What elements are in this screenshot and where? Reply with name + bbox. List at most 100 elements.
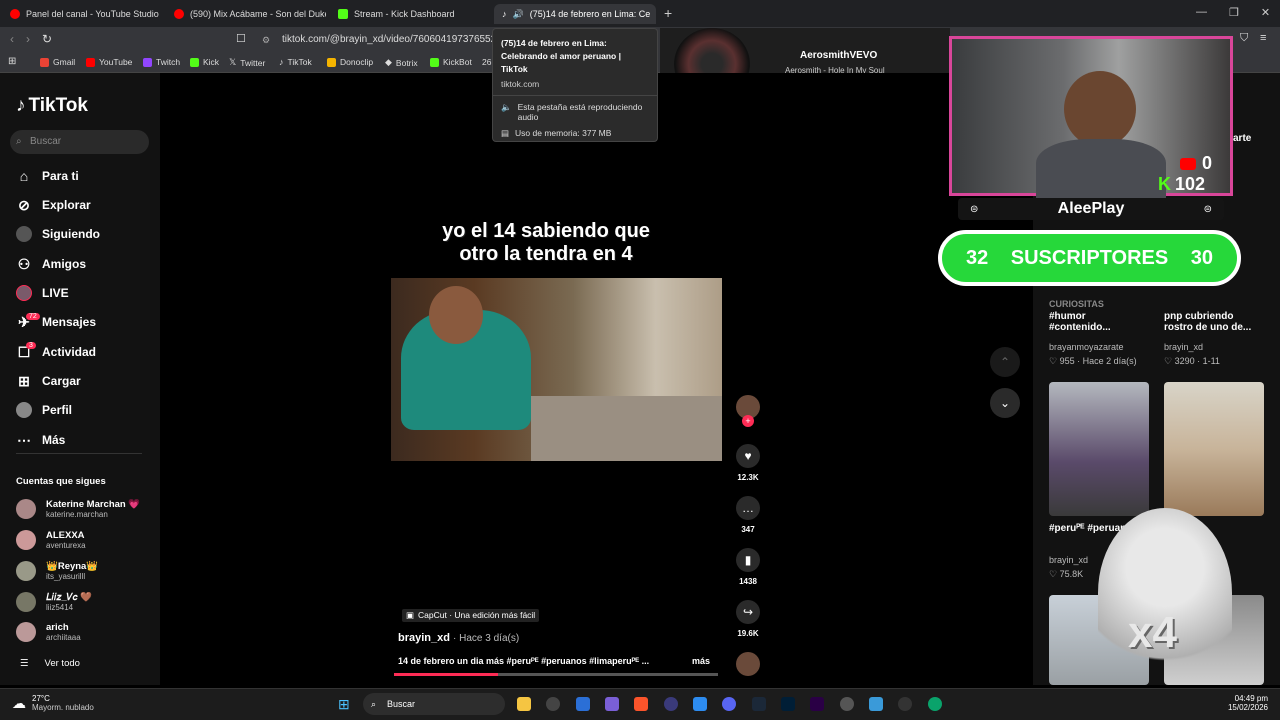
windows-start-icon[interactable]: ⊞ [338, 696, 350, 713]
nav-cargar[interactable]: ⊞ Cargar [16, 373, 81, 389]
url-field[interactable]: ⚙ tiktok.com/@brayin_xd/video/76060419737… [256, 31, 496, 49]
brave-browser-icon[interactable] [634, 697, 648, 711]
video-player[interactable] [391, 278, 722, 461]
bookmark-botrix[interactable]: ◆ Botrix [385, 57, 418, 68]
photoshop-icon[interactable] [781, 697, 795, 711]
bookmark-gmail[interactable]: Gmail [40, 57, 75, 67]
app-icon[interactable] [693, 697, 707, 711]
music-disc-icon[interactable] [736, 652, 760, 676]
youtube-icon [1180, 157, 1196, 170]
related-title[interactable]: pnp cubriendo rostro de uno de... [1164, 311, 1264, 333]
heart-icon: ♥ [736, 444, 760, 468]
comment-button[interactable]: … 347 [736, 496, 760, 534]
tab-tiktok-active[interactable]: ♪🔊(75)14 de febrero en Lima: Ce✕ [494, 4, 656, 24]
like-button[interactable]: ♥ 12.3K [736, 444, 760, 482]
comment-icon: … [736, 496, 760, 520]
progress-bar[interactable] [394, 673, 718, 676]
bookmark-kickbot[interactable]: KickBot [430, 57, 472, 67]
app-icon[interactable] [576, 697, 590, 711]
save-button[interactable]: ▮ 1438 [736, 548, 760, 586]
bookmark-twitch[interactable]: Twitch [143, 57, 180, 67]
streamer-shirt [1036, 139, 1166, 199]
related-stats: ♡ 955 · Hace 2 día(s) [1049, 356, 1137, 366]
discord-icon[interactable] [722, 697, 736, 711]
apps-icon[interactable]: ⊞ [8, 56, 16, 67]
premiere-icon[interactable] [810, 697, 824, 711]
related-thumbnail[interactable] [1049, 382, 1149, 516]
prev-video-chevron-up-icon[interactable]: ⌃ [990, 347, 1020, 377]
tiktok-logo[interactable]: ♪ TikTok [16, 95, 88, 117]
nav-perfil[interactable]: Perfil [16, 402, 72, 418]
clock[interactable]: 04:49 pm 15/02/2026 [1220, 694, 1268, 712]
following-item[interactable]: 👑Reyna👑 its_yasurilll [16, 561, 98, 581]
bookmark-icon[interactable]: ☐ [236, 32, 246, 45]
bookmark-youtube[interactable]: YouTube [86, 57, 132, 67]
bookmark-twitter[interactable]: 𝕏 Twitter [229, 57, 265, 68]
upload-icon: ⊞ [18, 372, 30, 389]
more-link[interactable]: más [692, 656, 710, 666]
video-author-line: brayin_xd · Hace 3 día(s) [398, 632, 519, 644]
taskbar-search[interactable]: ⌕ Buscar [363, 693, 505, 715]
edge-icon[interactable] [928, 697, 942, 711]
share-button[interactable]: ↪ 19.6K [736, 600, 760, 638]
bookmark-tiktok[interactable]: ♪ TikTok [279, 57, 312, 67]
nav-siguiendo[interactable]: Siguiendo [16, 226, 100, 242]
related-title[interactable]: #humor #contenido... [1049, 311, 1141, 333]
reload-icon[interactable]: ↻ [42, 32, 52, 46]
back-icon[interactable]: ‹ [10, 32, 14, 46]
list-icon: ☰ [20, 658, 29, 669]
weather-widget[interactable]: ☁ 27°C Mayorm. nublado [12, 694, 94, 712]
bookmark-kick[interactable]: Kick [190, 57, 219, 67]
media-channel: AerosmithVEVO [800, 50, 878, 61]
nav-explorar[interactable]: ⊘ Explorar [16, 197, 91, 213]
capcut-tag[interactable]: ▣ CapCut · Una edición más fácil [402, 609, 540, 622]
activity-badge: 3 [26, 342, 36, 349]
emblem-icon: ⊜ [970, 203, 979, 215]
tab-kick-dashboard[interactable]: Stream - Kick Dashboard [330, 4, 490, 24]
tab-youtube-studio[interactable]: Panel del canal - YouTube Studio [2, 4, 162, 24]
maximize-icon[interactable]: ❐ [1229, 6, 1239, 19]
following-item[interactable]: 𝐿𝑖𝑖𝑧_𝑉𝑐 🤎 liiz5414 [16, 592, 92, 612]
forward-icon[interactable]: › [26, 32, 30, 46]
follow-plus-icon[interactable]: + [742, 415, 754, 427]
next-video-chevron-down-icon[interactable]: ⌄ [990, 388, 1020, 418]
following-item[interactable]: ALEXXA aventurexa [16, 530, 86, 550]
app-icon[interactable] [664, 697, 678, 711]
youtube-studio-icon [10, 9, 20, 19]
nav-mas[interactable]: ⋯ Más [16, 432, 65, 448]
steam-icon[interactable] [752, 697, 766, 711]
settings-icon[interactable] [840, 697, 854, 711]
related-author[interactable]: brayin_xd [1164, 342, 1203, 352]
app-icon[interactable] [605, 697, 619, 711]
menu-icon[interactable]: ≡ [1260, 32, 1266, 44]
search-input[interactable]: ⌕ Buscar [10, 130, 149, 154]
following-item[interactable]: Katerine Marchan 💗 katerine.marchan [16, 499, 140, 519]
related-thumbnail[interactable] [1164, 382, 1264, 516]
video-author[interactable]: brayin_xd [398, 632, 450, 644]
search-icon: ⌕ [371, 699, 377, 709]
minimize-icon[interactable]: — [1196, 6, 1207, 19]
speaker-icon: 🔈 [501, 102, 512, 112]
nav-live[interactable]: LIVE [16, 285, 69, 301]
file-explorer-icon[interactable] [517, 697, 531, 711]
shield-icon[interactable]: ⛉ [1240, 32, 1248, 45]
new-tab-button[interactable]: + [664, 5, 672, 21]
notepad-icon[interactable] [869, 697, 883, 711]
app-icon[interactable] [546, 697, 560, 711]
bookmark-donoclip[interactable]: Donoclip [327, 57, 373, 67]
divider [16, 453, 142, 454]
following-item[interactable]: arich archiitaaa [16, 622, 81, 642]
tab-youtube-mix[interactable]: (590) Mix Acábame - Son del Duke - [166, 4, 326, 24]
obs-icon[interactable] [898, 697, 912, 711]
nav-amigos[interactable]: ⚇ Amigos [16, 256, 86, 272]
site-info-icon[interactable]: ⚙ [262, 31, 270, 49]
related-author[interactable]: brayin_xd [1049, 555, 1088, 565]
see-all-link[interactable]: ☰ Ver todo [20, 658, 80, 669]
related-stats: ♡ 75.8K [1049, 569, 1084, 579]
nav-para-ti[interactable]: ⌂ Para ti [16, 168, 79, 184]
bookmark-26[interactable]: 26 [482, 57, 491, 67]
video-overlay-text: yo el 14 sabiendo que otro la tendra en … [442, 220, 650, 265]
related-author[interactable]: brayanmoyazarate [1049, 342, 1124, 352]
streamer-name-bar: ⊜ AleePlay ⊜ [958, 198, 1224, 220]
close-window-icon[interactable]: ✕ [1261, 6, 1270, 19]
